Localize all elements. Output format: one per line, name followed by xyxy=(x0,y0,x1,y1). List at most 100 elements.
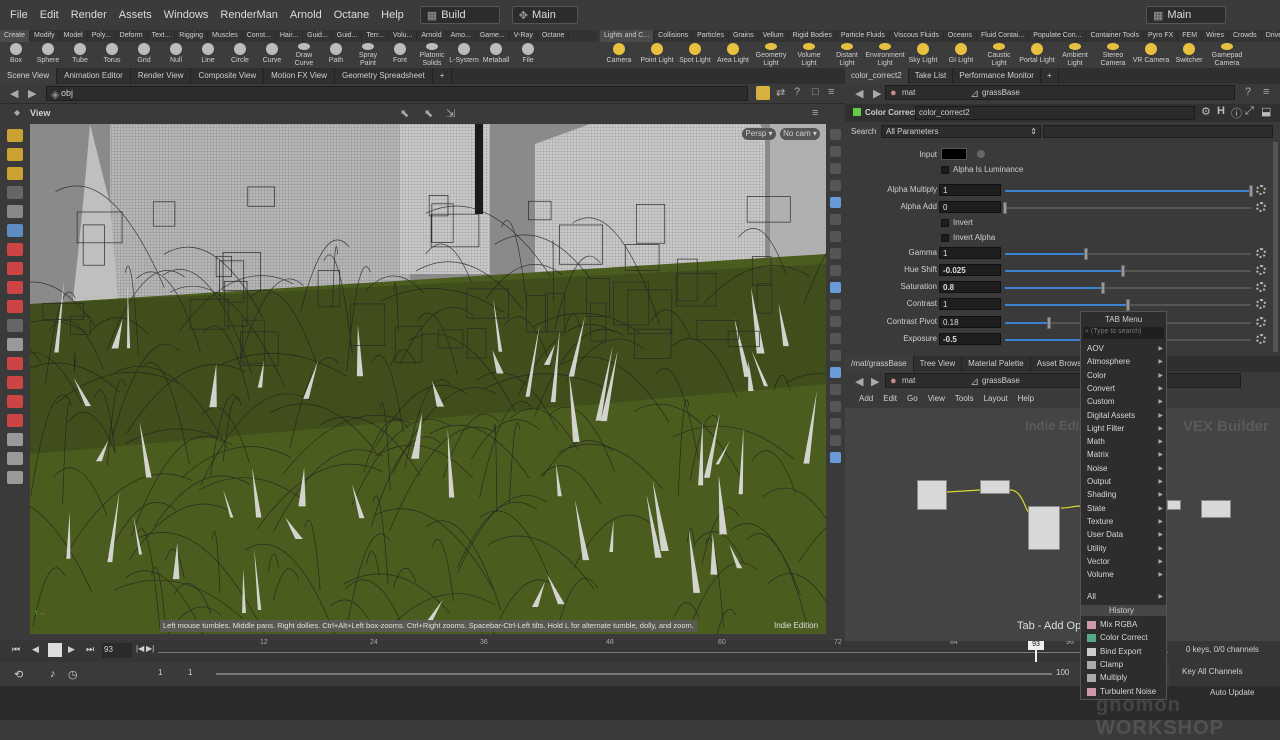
shelf-tab[interactable]: Amo... xyxy=(447,30,476,42)
step-forward-icon[interactable]: ▶| xyxy=(146,644,154,653)
menu-assets[interactable]: Assets xyxy=(113,9,158,21)
help-h-icon[interactable]: H xyxy=(1217,105,1225,117)
shelf-tool[interactable]: Switcher xyxy=(1170,42,1208,68)
param-slider-knob[interactable] xyxy=(1249,185,1253,197)
shelf-tool[interactable]: Caustic Light xyxy=(980,42,1018,68)
node-image[interactable] xyxy=(917,480,947,510)
shelf-tool[interactable]: Platonic Solids xyxy=(416,42,448,68)
shelf-tool[interactable]: VR Camera xyxy=(1132,42,1170,68)
search-input[interactable] xyxy=(1043,125,1273,138)
tool-icon[interactable] xyxy=(7,262,23,275)
shelf-tab[interactable]: Hair... xyxy=(276,30,303,42)
tab-menu-item[interactable]: Volume▶ xyxy=(1081,569,1166,581)
shelf-tool[interactable]: Grid xyxy=(128,42,160,68)
shelf-tab[interactable]: Populate Con... xyxy=(1029,30,1086,42)
shelf-tab[interactable]: V-Ray xyxy=(510,30,538,42)
shelf-tool[interactable]: Stereo Camera xyxy=(1094,42,1132,68)
shelf-tab[interactable]: Particles xyxy=(693,30,729,42)
param-slider-knob[interactable] xyxy=(1003,202,1007,214)
play-reverse-icon[interactable]: ◀ xyxy=(32,644,39,655)
node-output[interactable] xyxy=(1167,500,1181,510)
shelf-tool[interactable]: Metaball xyxy=(480,42,512,68)
shelf-tab[interactable]: Vellum xyxy=(759,30,789,42)
desktop-select[interactable]: ▦Build xyxy=(420,6,500,24)
param-slider[interactable] xyxy=(1005,287,1251,289)
tool-icon[interactable] xyxy=(7,357,23,370)
view-option-icon[interactable] xyxy=(830,452,841,463)
tool-icon[interactable] xyxy=(7,471,23,484)
shelf-tool[interactable]: Ambient Light xyxy=(1056,42,1094,68)
tab-menu-item[interactable]: State▶ xyxy=(1081,503,1166,515)
param-field[interactable]: 0.8 xyxy=(939,281,1001,293)
param-menu-icon[interactable]: ≡ xyxy=(1263,86,1269,98)
shelf-tab[interactable]: Model xyxy=(60,30,88,42)
alpha-luminance-checkbox[interactable] xyxy=(941,166,949,174)
help-icon[interactable]: ? xyxy=(794,86,800,98)
view-expand-icon[interactable]: ◆ xyxy=(14,108,20,117)
tab-composite-view[interactable]: Composite View xyxy=(191,68,264,84)
param-field[interactable]: 1 xyxy=(939,247,1001,259)
param-field[interactable]: -0.025 xyxy=(939,264,1001,276)
network-panel[interactable]: ◀ ▶ ● mat ⊿ grassBase Add Edit Go View T… xyxy=(845,356,1280,641)
frame-field[interactable]: 93 xyxy=(102,643,132,658)
tab-menu-item[interactable]: Shading▶ xyxy=(1081,489,1166,501)
shelf-tool[interactable]: Torus xyxy=(96,42,128,68)
param-forward-icon[interactable]: ▶ xyxy=(873,87,881,100)
node-color-correct[interactable] xyxy=(980,480,1010,494)
tool-icon[interactable] xyxy=(7,243,23,256)
invert-alpha-checkbox[interactable] xyxy=(941,234,949,242)
tool-icon[interactable] xyxy=(7,167,23,180)
search-filter-select[interactable]: All Parameters⇕ xyxy=(881,125,1041,138)
tool-icon[interactable] xyxy=(7,148,23,161)
maximize-icon[interactable]: □ xyxy=(812,86,819,98)
tab-menu-item[interactable]: AOV▶ xyxy=(1081,343,1166,355)
param-gear-icon[interactable] xyxy=(1256,265,1266,275)
history-item[interactable]: Bind Export xyxy=(1081,646,1166,658)
view-option-icon[interactable] xyxy=(830,350,841,361)
shelf-tool[interactable]: Spray Paint xyxy=(352,42,384,68)
param-slider-knob[interactable] xyxy=(1084,248,1088,260)
viewport-menu-icon[interactable]: ≡ xyxy=(812,107,818,119)
shelf-tab[interactable]: Container Tools xyxy=(1086,30,1144,42)
tab-menu-item[interactable]: Convert▶ xyxy=(1081,383,1166,395)
tab-menu-item[interactable]: Vector▶ xyxy=(1081,556,1166,568)
view-option-icon[interactable] xyxy=(830,384,841,395)
shelf-tab[interactable]: Particle Fluids xyxy=(837,30,890,42)
shelf-tool[interactable]: Camera xyxy=(600,42,638,68)
select-tool-2-icon[interactable]: ⬉ xyxy=(424,107,433,120)
current-frame-marker[interactable]: 93 xyxy=(1028,640,1044,650)
tool-icon[interactable] xyxy=(7,129,23,142)
tab-menu-item[interactable]: User Data▶ xyxy=(1081,529,1166,541)
history-item[interactable]: Color Correct xyxy=(1081,632,1166,644)
expand-icon[interactable]: ⤢ xyxy=(1245,105,1254,118)
shelf-tab[interactable]: Deform xyxy=(116,30,148,42)
shelf-tab[interactable]: Create xyxy=(0,30,30,42)
param-slider[interactable] xyxy=(1005,253,1251,255)
timeline-ruler[interactable]: 12 24 36 48 60 72 84 96 93 xyxy=(158,640,1168,662)
tool-icon[interactable] xyxy=(7,338,23,351)
view-option-icon[interactable] xyxy=(830,435,841,446)
param-slider-knob[interactable] xyxy=(1101,282,1105,294)
param-field[interactable]: 0 xyxy=(939,201,1001,213)
pin-icon[interactable] xyxy=(756,86,770,100)
scene-viewport[interactable]: Persp ▾ No cam ▾ Left mouse tumbles. Mid… xyxy=(30,124,826,634)
history-item[interactable]: Multiply xyxy=(1081,672,1166,684)
view-option-icon[interactable] xyxy=(830,265,841,276)
shelf-tab[interactable]: Terr... xyxy=(362,30,389,42)
gear-icon[interactable]: ⚙ xyxy=(1201,105,1211,118)
first-frame-icon[interactable]: ⏮ xyxy=(12,644,20,655)
tab-search-input[interactable]: ⌕ (Type to search) xyxy=(1083,327,1164,339)
view-option-icon[interactable] xyxy=(830,180,841,191)
tab-network-grassbase[interactable]: /mat/grassBase xyxy=(845,356,914,372)
param-field[interactable]: 0.18 xyxy=(939,316,1001,328)
shelf-tool[interactable]: Curve xyxy=(256,42,288,68)
view-option-icon[interactable] xyxy=(830,367,841,378)
param-help-icon[interactable]: ? xyxy=(1245,86,1251,98)
tool-icon[interactable] xyxy=(7,205,23,218)
node-color-correct2[interactable] xyxy=(1028,506,1060,550)
realtime-icon[interactable]: ⟲ xyxy=(14,668,23,681)
param-slider[interactable] xyxy=(1005,190,1251,192)
tab-color-correct2[interactable]: color_correct2 xyxy=(845,68,909,84)
shelf-tab[interactable]: Octane xyxy=(538,30,570,42)
menu-octane[interactable]: Octane xyxy=(328,9,375,21)
